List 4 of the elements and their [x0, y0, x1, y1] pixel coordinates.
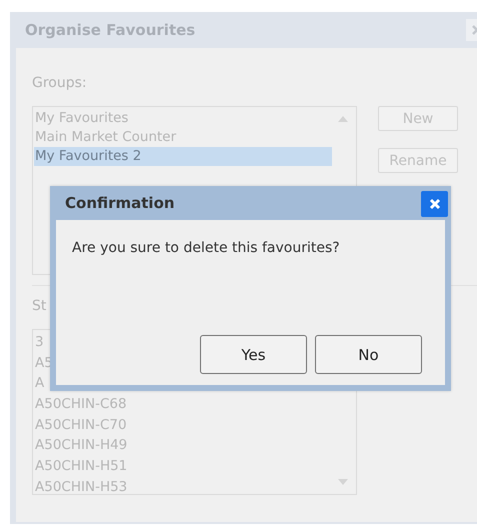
groups-label: Groups: — [32, 74, 88, 92]
dialog-message: Are you sure to delete this favourites? — [72, 240, 341, 256]
stocks-label: St — [32, 297, 48, 315]
dialog-title: Confirmation — [65, 194, 175, 212]
